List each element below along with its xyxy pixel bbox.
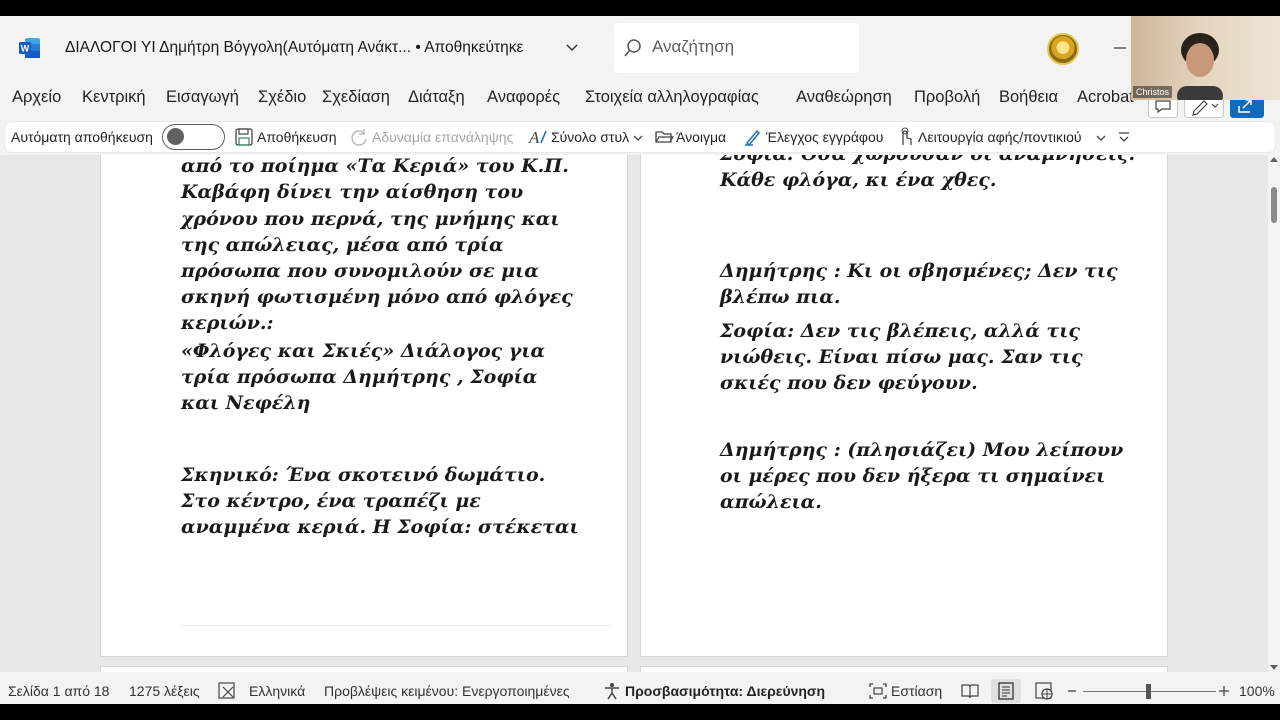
svg-text:A: A: [528, 128, 540, 147]
read-mode-icon[interactable]: [960, 682, 980, 700]
web-layout-icon[interactable]: [1035, 682, 1055, 700]
focus-button[interactable]: Εστίαση: [891, 683, 942, 699]
folder-open-icon[interactable]: [654, 127, 674, 147]
intro-paragraph[interactable]: Ένα θεατρικό διάλογο εμπνευσμένο από το …: [181, 155, 581, 337]
tab-help[interactable]: Βοήθεια: [999, 88, 1058, 107]
chevron-down-icon[interactable]: [1095, 127, 1107, 147]
document-page[interactable]: Ένα θεατρικό διάλογο εμπνευσμένο από το …: [100, 155, 628, 657]
zoom-slider-thumb[interactable]: [1146, 684, 1151, 699]
tab-acrobat[interactable]: Acrobat: [1077, 88, 1134, 107]
customize-toolbar-icon[interactable]: [1117, 127, 1131, 147]
open-button[interactable]: Άνοιγμα: [676, 129, 726, 145]
tab-design[interactable]: Σχεδίαση: [322, 88, 390, 107]
tab-view[interactable]: Προβολή: [914, 88, 980, 107]
ribbon-tabs: Αρχείο Κεντρική Εισαγωγή Σχέδιο Σχεδίαση…: [0, 88, 1280, 116]
dialogue-paragraph[interactable]: Σοφία: Όσα χωρούσαν οι αναμνήσεις. Κάθε …: [720, 155, 1140, 193]
svg-text:W: W: [21, 44, 30, 54]
page-bottom-rule: [181, 625, 611, 626]
check-document-button[interactable]: Έλεγχος εγγράφου: [766, 129, 883, 145]
document-canvas[interactable]: Ένα θεατρικό διάλογο εμπνευσμένο από το …: [0, 155, 1280, 672]
zoom-in-icon[interactable]: [1218, 682, 1230, 700]
accessibility-icon[interactable]: [602, 682, 622, 700]
styles-set-button[interactable]: Σύνολο στυλ: [551, 129, 629, 145]
status-bar: Σελίδα 1 από 18 1275 λέξεις Ελληνικά Προ…: [0, 678, 1280, 704]
zoom-level[interactable]: 100%: [1239, 683, 1275, 699]
tab-layout[interactable]: Διάταξη: [408, 88, 465, 107]
autosave-label: Αυτόματη αποθήκευση: [11, 129, 153, 145]
search-box[interactable]: Αναζήτηση: [614, 23, 859, 73]
vertical-scrollbar[interactable]: [1268, 155, 1280, 672]
tab-references[interactable]: Αναφορές: [487, 88, 560, 107]
minimize-icon[interactable]: [1112, 38, 1128, 58]
touch-mouse-mode-button[interactable]: Λειτουργία αφής/ποντικιού: [918, 129, 1082, 145]
print-layout-button[interactable]: [991, 679, 1021, 703]
document-title[interactable]: ΔΙΑΛΟΓΟΙ ΥΙ Δημήτρη Βόγγολη(Αυτόματη Ανά…: [65, 39, 523, 57]
language-indicator[interactable]: Ελληνικά: [249, 683, 305, 699]
document-page[interactable]: Σοφία: Όσα χωρούσαν οι αναμνήσεις. Κάθε …: [640, 155, 1168, 657]
tab-review[interactable]: Αναθεώρηση: [796, 88, 892, 107]
text-predictions-status[interactable]: Προβλέψεις κειμένου: Ενεργοποιημένες: [324, 683, 570, 699]
search-placeholder: Αναζήτηση: [652, 37, 735, 56]
save-icon[interactable]: [234, 127, 254, 147]
chevron-down-icon[interactable]: [565, 41, 579, 55]
scroll-up-arrow-icon[interactable]: [1270, 157, 1278, 162]
word-count[interactable]: 1275 λέξεις: [129, 683, 200, 699]
tab-home[interactable]: Κεντρική: [82, 88, 146, 107]
scroll-down-arrow-icon[interactable]: [1270, 665, 1278, 670]
coauthor-avatar[interactable]: [1047, 33, 1079, 65]
redo-icon: [351, 129, 367, 146]
quick-access-toolbar: Αυτόματη αποθήκευση Αποθήκευση Αδυναμία …: [5, 122, 1275, 152]
document-page[interactable]: [640, 666, 1168, 672]
print-layout-icon: [998, 682, 1014, 700]
document-check-icon[interactable]: [743, 127, 763, 147]
redo-button: Αδυναμία επανάληψης: [372, 129, 514, 145]
page-count[interactable]: Σελίδα 1 από 18: [8, 683, 109, 699]
proofing-icon[interactable]: [218, 682, 238, 700]
touch-mouse-icon[interactable]: [895, 127, 915, 147]
scrollbar-thumb[interactable]: [1271, 187, 1277, 223]
tab-mailings[interactable]: Στοιχεία αλληλογραφίας: [585, 88, 759, 107]
webcam-overlay: Christos: [1131, 16, 1280, 100]
dialogue-paragraph[interactable]: Δημήτρης : (πλησιάζει) Μου λείπουν οι μέ…: [720, 437, 1140, 516]
word-logo-icon[interactable]: W: [19, 37, 41, 59]
title-bar: W ΔΙΑΛΟΓΟΙ ΥΙ Δημήτρη Βόγγολη(Αυτόματη Α…: [0, 16, 1280, 80]
chevron-down-icon[interactable]: [632, 127, 644, 147]
styles-icon[interactable]: A: [528, 127, 548, 147]
dialogue-paragraph[interactable]: Σοφία: Δεν τις βλέπεις, αλλά τις νιώθεις…: [720, 318, 1140, 397]
webcam-name-label: Christos: [1133, 86, 1173, 98]
title-paragraph[interactable]: «Φλόγες και Σκιές» Διάλογος για τρία πρό…: [181, 338, 581, 417]
focus-icon[interactable]: [868, 682, 888, 700]
autosave-toggle[interactable]: [162, 124, 225, 150]
word-window: W ΔΙΑΛΟΓΟΙ ΥΙ Δημήτρη Βόγγολη(Αυτόματη Α…: [0, 16, 1280, 704]
autosave-toggle-knob: [167, 128, 184, 145]
tab-file[interactable]: Αρχείο: [12, 88, 61, 107]
tab-draw[interactable]: Σχέδιο: [258, 88, 306, 107]
zoom-out-icon[interactable]: [1066, 682, 1078, 700]
scene-paragraph[interactable]: Σκηνικό: Ένα σκοτεινό δωμάτιο. Στο κέντρ…: [181, 462, 581, 541]
search-icon: [624, 39, 641, 57]
document-page[interactable]: [100, 666, 628, 672]
save-button[interactable]: Αποθήκευση: [257, 129, 336, 145]
accessibility-status[interactable]: Προσβασιμότητα: Διερεύνηση: [625, 683, 825, 699]
dialogue-paragraph[interactable]: Δημήτρης : Κι οι σβησμένες; Δεν τις βλέπ…: [720, 258, 1140, 310]
tab-insert[interactable]: Εισαγωγή: [166, 88, 239, 107]
webcam-person-image: [1177, 33, 1223, 100]
